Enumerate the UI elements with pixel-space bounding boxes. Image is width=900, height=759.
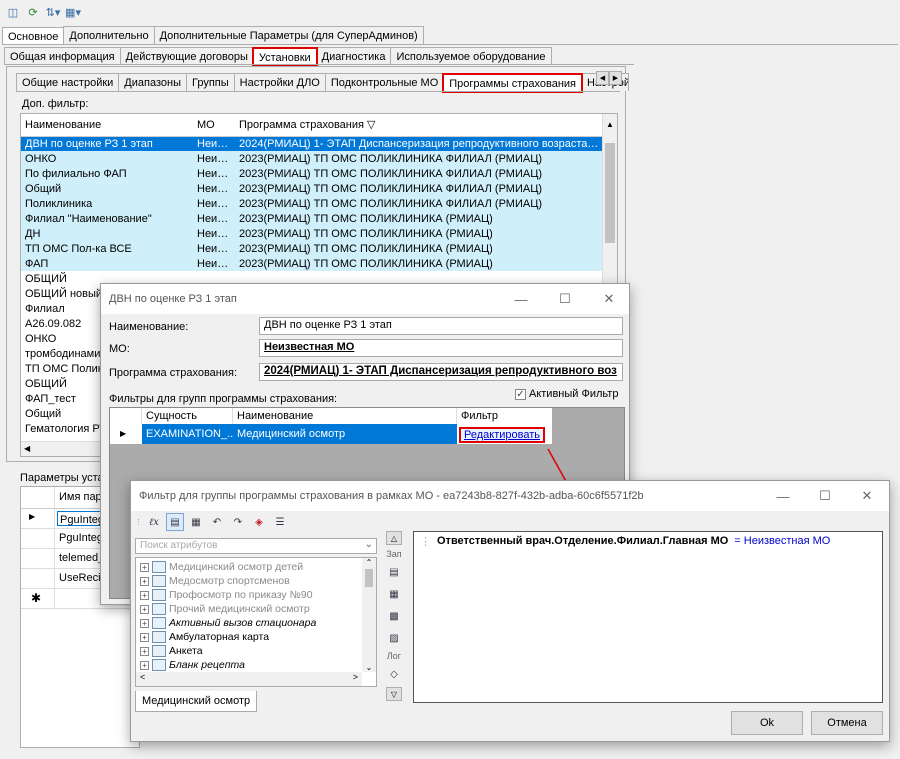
expand-icon[interactable]: +: [140, 604, 149, 614]
tree-item[interactable]: + Профосмотр по приказу №90: [140, 588, 372, 602]
clear-icon[interactable]: ◈: [250, 513, 268, 531]
side-tools: △ Зап ▤ ▦ ▩ ▨ Лог ◇ ▽: [383, 531, 405, 701]
bottom-tab-examination[interactable]: Медицинский осмотр: [135, 691, 258, 712]
group-icon[interactable]: ▦: [187, 513, 205, 531]
tree-item[interactable]: + Активный вызов стационара: [140, 616, 372, 630]
attribute-tree[interactable]: + Медицинский осмотр детей + Медосмотр спор…: [135, 557, 377, 687]
tree-h-scrollbar[interactable]: < >: [136, 672, 362, 686]
expand-icon[interactable]: +: [140, 576, 149, 586]
table-icon[interactable]: ▨: [385, 629, 403, 647]
expand-icon[interactable]: +: [140, 646, 149, 656]
entity-icon: [152, 645, 166, 657]
expand-icon[interactable]: +: [140, 632, 149, 642]
chevron-down-icon[interactable]: ⌄: [365, 539, 373, 550]
tree-item[interactable]: + Медицинский осмотр детей: [140, 560, 372, 574]
undo-icon[interactable]: ↶: [208, 513, 226, 531]
diamond-icon[interactable]: ◇: [385, 665, 403, 683]
tree-item[interactable]: + Медосмотр спортсменов: [140, 574, 372, 588]
collapse-down-icon[interactable]: ▽: [386, 687, 402, 701]
tree-item[interactable]: + Прочий медицинский осмотр: [140, 602, 372, 616]
expression-icon[interactable]: ℓx: [145, 513, 163, 531]
tree-item-label: Профосмотр по приказу №90: [169, 589, 313, 601]
search-placeholder: Поиск атрибутов: [140, 540, 218, 551]
cancel-button[interactable]: Отмена: [811, 711, 883, 735]
move-icon[interactable]: ▩: [385, 607, 403, 625]
condition-editor[interactable]: ⋮ Ответственный врач.Отделение.Филиал.Гл…: [413, 531, 883, 703]
entity-icon: [152, 561, 166, 573]
maximize-icon[interactable]: ☐: [803, 481, 847, 511]
expand-icon[interactable]: +: [140, 618, 149, 628]
minimize-icon[interactable]: —: [761, 481, 805, 511]
tree-item[interactable]: + Бланк рецепта: [140, 658, 372, 672]
tree-item-label: Медицинский осмотр детей: [169, 561, 304, 573]
and-label: Зап: [386, 549, 402, 559]
tree-scrollbar[interactable]: ⌃ ⌄: [362, 558, 376, 672]
entity-icon: [152, 617, 166, 629]
logic-label: Лог: [386, 651, 402, 661]
tree-item[interactable]: + Амбулаторная карта: [140, 630, 372, 644]
entity-icon: [152, 589, 166, 601]
add-group-icon[interactable]: ▦: [385, 585, 403, 603]
attribute-search-input[interactable]: Поиск атрибутов ⌄: [135, 538, 377, 554]
select-tool-icon[interactable]: ▤: [166, 513, 184, 531]
entity-icon: [152, 575, 166, 587]
expand-icon[interactable]: +: [140, 562, 149, 572]
filter-toolbar: ⋮ ℓx ▤ ▦ ↶ ↷ ◈ ☰: [135, 513, 289, 531]
filter-dialog: Фильтр для группы программы страхования …: [130, 480, 890, 742]
condition-field[interactable]: Ответственный врач.Отделение.Филиал.Глав…: [437, 535, 728, 548]
close-icon[interactable]: ✕: [845, 481, 889, 511]
entity-icon: [152, 603, 166, 615]
entity-icon: [152, 659, 166, 671]
entity-icon: [152, 631, 166, 643]
expand-icon[interactable]: +: [140, 660, 149, 670]
tree-item-label: Медосмотр спортсменов: [169, 575, 290, 587]
tree-item-label: Бланк рецепта: [169, 659, 246, 671]
condition-value[interactable]: = Неизвестная МО: [734, 535, 830, 548]
tree-item-label: Прочий медицинский осмотр: [169, 603, 310, 615]
collapse-up-icon[interactable]: △: [386, 531, 402, 545]
scroll-up-icon[interactable]: ⌃: [362, 558, 376, 567]
ok-button[interactable]: Ok: [731, 711, 803, 735]
tree-item[interactable]: + Анкета: [140, 644, 372, 658]
redo-icon[interactable]: ↷: [229, 513, 247, 531]
tree-item-label: Активный вызов стационара: [169, 617, 317, 629]
list-icon[interactable]: ☰: [271, 513, 289, 531]
tree-item-label: Анкета: [169, 645, 203, 657]
add-condition-icon[interactable]: ▤: [385, 563, 403, 581]
expand-icon[interactable]: +: [140, 590, 149, 600]
scroll-down-icon[interactable]: ⌄: [362, 663, 376, 672]
tree-item-label: Амбулаторная карта: [169, 631, 270, 643]
scroll-thumb[interactable]: [365, 569, 373, 587]
